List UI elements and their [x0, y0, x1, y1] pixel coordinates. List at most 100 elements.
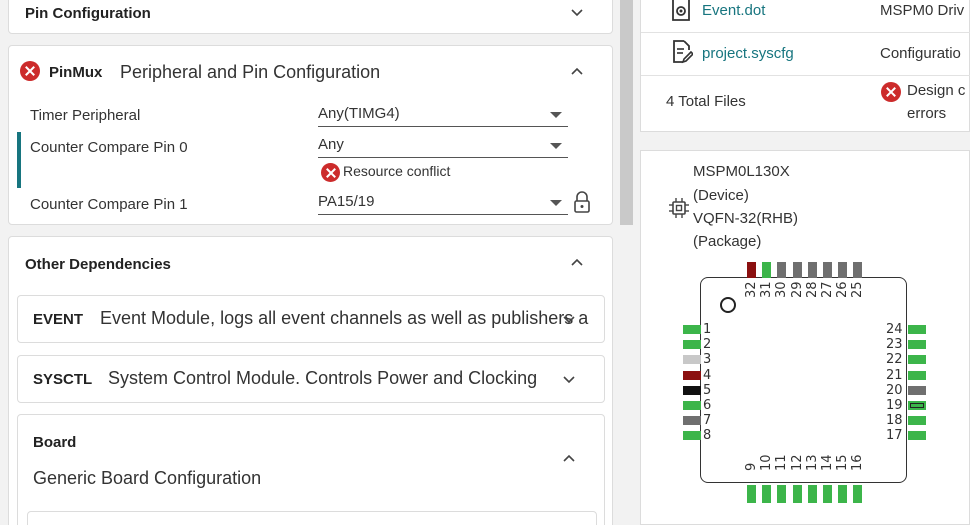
pin-left-8[interactable] [683, 431, 701, 441]
pin-right-23[interactable] [908, 340, 926, 350]
pin-top-25[interactable] [853, 262, 863, 278]
selected-indicator-bar [17, 132, 21, 188]
pin-top-28[interactable] [807, 262, 817, 278]
chevron-down-icon[interactable] [569, 5, 585, 21]
pin-top-31[interactable] [762, 262, 772, 278]
vertical-scrollbar[interactable] [620, 0, 633, 225]
pin-left-2[interactable] [683, 340, 701, 350]
chevron-up-icon[interactable] [569, 254, 585, 270]
pin-left-7[interactable] [683, 416, 701, 426]
chevron-down-icon[interactable] [561, 312, 577, 328]
pin-left-4[interactable] [683, 370, 701, 380]
dropdown-arrow-icon [550, 143, 562, 149]
dependency-description: System Control Module. Controls Power an… [108, 368, 538, 388]
pin-bottom-9[interactable] [747, 485, 756, 503]
pin-left-6[interactable] [683, 401, 701, 410]
board-description: Generic Board Configuration [33, 468, 262, 488]
select-value: PA15/19 [318, 193, 375, 210]
pin-bottom-13[interactable] [807, 485, 817, 503]
pin-right-22[interactable] [908, 355, 926, 365]
pin-left-3[interactable] [683, 355, 701, 365]
pin1-marker-dot [720, 297, 736, 313]
pin-top-30[interactable] [777, 262, 787, 278]
pin-bottom-15[interactable] [838, 485, 848, 503]
pin-top-26[interactable] [838, 262, 848, 278]
pin-configuration-panel[interactable]: Pin Configuration [8, 0, 613, 34]
dependency-key: SYSCTL [33, 371, 93, 388]
error-icon [881, 82, 901, 102]
pin-number-label: 9 [744, 462, 759, 471]
dependency-event[interactable]: EVENT Event Module, logs all event chann… [17, 295, 605, 343]
pin-number-label: 17 [886, 428, 903, 444]
pin-number-label: 32 [744, 281, 759, 298]
pin-left-5[interactable] [683, 385, 701, 395]
pin-right-20[interactable] [908, 385, 926, 395]
pin-left-1[interactable] [683, 325, 701, 334]
file-type: MSPM0 Driv [880, 2, 965, 19]
pin-number-label: 7 [703, 413, 712, 429]
pin-number-label: 6 [703, 398, 712, 413]
pin-number-label: 18 [886, 413, 903, 429]
file-row[interactable]: Event.dot MSPM0 Driv [641, 0, 970, 33]
dependency-key: EVENT [33, 311, 84, 328]
select-value: Any [318, 136, 344, 153]
pin-number-label: 11 [774, 454, 790, 471]
pin-configuration-title: Pin Configuration [25, 5, 151, 22]
pin-bottom-14[interactable] [823, 485, 832, 503]
pin-number-label: 15 [835, 454, 851, 471]
pin-number-label: 20 [886, 382, 903, 398]
pin-number-label: 2 [703, 337, 712, 353]
pin-top-27[interactable] [823, 262, 832, 278]
counter-compare-pin-0-select[interactable]: Any [318, 134, 568, 158]
pin-number-label: 29 [789, 281, 805, 298]
pin-right-18[interactable] [908, 416, 926, 426]
chevron-up-icon[interactable] [569, 63, 585, 79]
chevron-up-icon[interactable] [561, 450, 577, 466]
package-label: (Package) [693, 233, 762, 250]
pin-number-label: 22 [886, 352, 903, 368]
error-icon [20, 61, 40, 81]
other-dependencies-title: Other Dependencies [25, 256, 171, 273]
lock-icon[interactable] [573, 191, 591, 218]
pin-number-label: 26 [835, 281, 851, 298]
pin-bottom-10[interactable] [762, 485, 772, 503]
pin-number-label: 23 [886, 337, 903, 353]
pin-number-label: 24 [886, 322, 903, 337]
status-text-line2: errors [907, 105, 947, 122]
pin-right-21[interactable] [908, 370, 926, 380]
file-row[interactable]: project.syscfg Configuratio [641, 33, 970, 76]
pin-number-label: 31 [759, 281, 775, 298]
pin-number-label: 16 [850, 454, 866, 471]
board-key: Board [33, 434, 77, 451]
file-link[interactable]: Event.dot [702, 2, 765, 19]
pin-top-32[interactable] [747, 262, 756, 278]
pin-top-29[interactable] [792, 262, 802, 278]
file-edit-icon [671, 40, 695, 69]
pin-right-19[interactable] [908, 401, 926, 410]
generated-files-panel: Event.dot MSPM0 Driv project.syscfg Conf… [640, 0, 970, 132]
pin-right-24[interactable] [908, 325, 926, 334]
counter-compare-pin-1-select[interactable]: PA15/19 [318, 191, 568, 215]
status-text-line1: Design c [907, 82, 966, 99]
pin-right-17[interactable] [908, 431, 926, 441]
pin-bottom-12[interactable] [792, 485, 802, 503]
pin-number-label: 28 [804, 281, 820, 298]
dependency-board: Board Generic Board Configuration [17, 414, 605, 525]
pin-number-label: 1 [703, 322, 712, 337]
file-link[interactable]: project.syscfg [702, 45, 794, 62]
pin-number-label: 12 [789, 454, 805, 471]
timer-peripheral-select[interactable]: Any(TIMG4) [318, 103, 568, 127]
device-view-panel: MSPM0L130X (Device) VQFN-32(RHB) (Packag… [640, 150, 970, 525]
chevron-down-icon[interactable] [561, 372, 577, 388]
pin-number-label: 5 [703, 382, 712, 398]
pin-number-label: 3 [703, 352, 712, 368]
pin-number-label: 19 [886, 398, 903, 413]
total-files-count: 4 Total Files [666, 93, 746, 110]
syscfg-workspace: Pin Configuration PinMux Peripheral and … [0, 0, 970, 525]
dependency-sysctl[interactable]: SYSCTL System Control Module. Controls P… [17, 355, 605, 403]
pin-bottom-11[interactable] [777, 485, 787, 503]
error-icon [321, 163, 340, 182]
dropdown-arrow-icon [550, 112, 562, 118]
pin-number-label: 4 [703, 367, 712, 383]
pin-bottom-16[interactable] [853, 485, 863, 503]
